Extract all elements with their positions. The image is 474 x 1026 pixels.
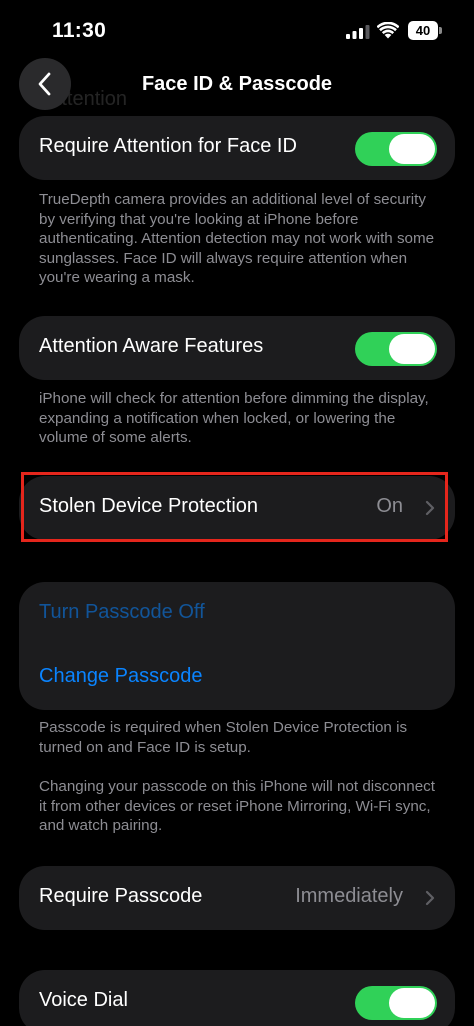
highlight-annotation: [21, 472, 448, 542]
passcode-footnote-2: Changing your passcode on this iPhone wi…: [39, 778, 435, 834]
attention-aware-label: Attention Aware Features: [39, 335, 264, 357]
passcode-footnote-1: Passcode is required when Stolen Device …: [39, 719, 408, 756]
navigation-bar: Face ID & Passcode: [0, 58, 474, 112]
require-attention-toggle[interactable]: [355, 132, 437, 166]
require-attention-label: Require Attention for Face ID: [39, 135, 297, 157]
wifi-icon: [377, 22, 399, 39]
change-passcode-label: Change Passcode: [39, 665, 203, 687]
voice-dial-row: Voice Dial: [19, 970, 455, 1026]
turn-passcode-off-row[interactable]: Turn Passcode Off: [19, 582, 455, 646]
cellular-signal-icon: [346, 25, 370, 39]
passcode-group: Turn Passcode Off Change Passcode: [19, 582, 455, 710]
attention-aware-toggle[interactable]: [355, 332, 437, 366]
voice-dial-group: Voice Dial: [19, 970, 455, 1026]
change-passcode-row[interactable]: Change Passcode: [19, 646, 455, 710]
require-passcode-label: Require Passcode: [39, 885, 203, 907]
attention-group: Require Attention for Face ID: [19, 116, 455, 180]
page-title: Face ID & Passcode: [141, 73, 333, 95]
voice-dial-toggle[interactable]: [355, 986, 437, 1020]
attention-aware-footnote: iPhone will check for attention before d…: [39, 390, 429, 446]
chevron-right-icon: [425, 890, 435, 906]
require-passcode-group: Require Passcode Immediately: [19, 866, 455, 930]
battery-icon: 40: [408, 21, 442, 40]
status-time: 11:30: [52, 19, 107, 42]
battery-level: 40: [408, 21, 438, 40]
attention-aware-row: Attention Aware Features: [19, 316, 455, 380]
require-attention-row: Require Attention for Face ID: [19, 116, 455, 180]
require-attention-footnote: TrueDepth camera provides an additional …: [39, 191, 435, 286]
require-passcode-value: Immediately: [295, 885, 403, 907]
require-passcode-row[interactable]: Require Passcode Immediately: [19, 866, 455, 930]
aware-group: Attention Aware Features: [19, 316, 455, 380]
voice-dial-label: Voice Dial: [39, 989, 128, 1011]
status-bar: 11:30 40: [0, 0, 474, 62]
turn-passcode-off-label: Turn Passcode Off: [39, 601, 205, 623]
